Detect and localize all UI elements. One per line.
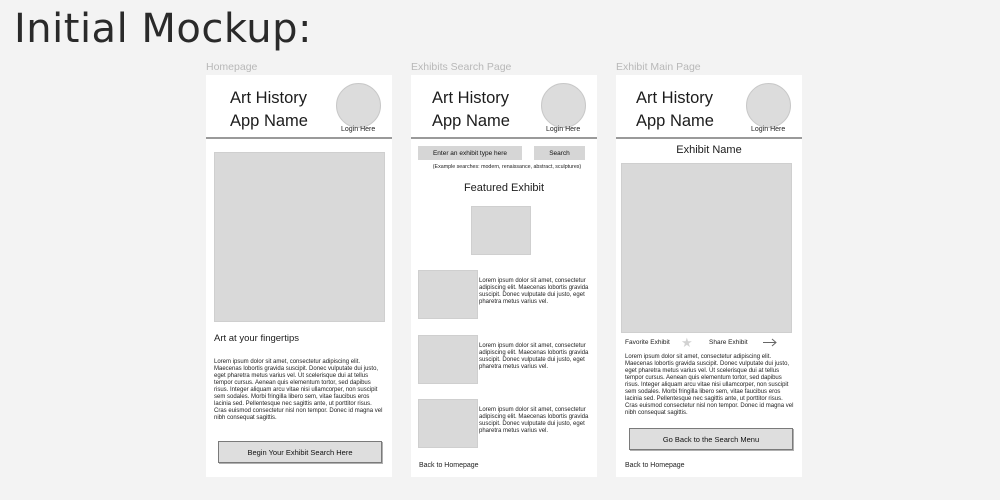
app-header: Art History App Name Login Here bbox=[206, 75, 392, 139]
begin-search-button[interactable]: Begin Your Exhibit Search Here bbox=[218, 441, 382, 463]
exhibit-thumbnail[interactable] bbox=[418, 399, 478, 448]
back-to-search-button[interactable]: Go Back to the Search Menu bbox=[629, 428, 793, 450]
featured-exhibit-title: Featured Exhibit bbox=[463, 182, 545, 194]
homepage-body-text: Lorem ipsum dolor sit amet, consectetur … bbox=[214, 359, 383, 421]
app-name[interactable]: Art History App Name bbox=[636, 87, 714, 133]
exhibit-thumbnail[interactable] bbox=[418, 270, 478, 319]
featured-exhibit-image[interactable] bbox=[471, 206, 531, 255]
app-name[interactable]: Art History App Name bbox=[432, 87, 510, 133]
exhibit-frame-label: Exhibit Main Page bbox=[616, 61, 701, 73]
login-link[interactable]: Login Here bbox=[546, 126, 580, 133]
exhibit-body-text: Lorem ipsum dolor sit amet, consectetur … bbox=[625, 354, 794, 416]
hero-image-placeholder bbox=[214, 152, 385, 322]
exhibit-description: Lorem ipsum dolor sit amet, consectetur … bbox=[479, 343, 589, 370]
favorite-exhibit-label[interactable]: Favorite Exhibit bbox=[625, 339, 670, 346]
app-header: Art History App Name Login Here bbox=[411, 75, 597, 139]
exhibit-frame: Art History App Name Login Here Exhibit … bbox=[616, 75, 802, 477]
share-arrow-icon[interactable] bbox=[763, 338, 778, 347]
exhibit-name: Exhibit Name bbox=[676, 144, 742, 156]
app-name-line1: Art History bbox=[432, 89, 510, 107]
back-to-homepage-link[interactable]: Back to Homepage bbox=[419, 462, 479, 469]
homepage-frame: Art History App Name Login Here Art at y… bbox=[206, 75, 392, 477]
back-to-homepage-link[interactable]: Back to Homepage bbox=[625, 462, 685, 469]
tagline: Art at your fingertips bbox=[214, 333, 300, 344]
exhibit-description: Lorem ipsum dolor sit amet, consectetur … bbox=[479, 278, 589, 305]
app-name-line2: App Name bbox=[230, 112, 308, 130]
homepage-frame-label: Homepage bbox=[206, 61, 258, 73]
exhibit-thumbnail[interactable] bbox=[418, 335, 478, 384]
search-button[interactable]: Search bbox=[534, 146, 585, 160]
login-link[interactable]: Login Here bbox=[751, 126, 785, 133]
login-link[interactable]: Login Here bbox=[341, 126, 375, 133]
search-frame-label: Exhibits Search Page bbox=[411, 61, 512, 73]
search-input[interactable]: Enter an exhibit type here bbox=[418, 146, 522, 160]
exhibit-description: Lorem ipsum dolor sit amet, consectetur … bbox=[479, 407, 589, 434]
share-exhibit-label[interactable]: Share Exhibit bbox=[709, 339, 748, 346]
app-header: Art History App Name Login Here bbox=[616, 75, 802, 139]
exhibit-image-placeholder bbox=[621, 163, 792, 333]
example-searches: (Example searches: modern, renaissance, … bbox=[432, 164, 582, 170]
app-name-line1: Art History bbox=[230, 89, 308, 107]
page-title: Initial Mockup: bbox=[14, 6, 313, 52]
app-name-line1: Art History bbox=[636, 89, 714, 107]
login-avatar[interactable] bbox=[746, 83, 791, 128]
app-name-line2: App Name bbox=[636, 112, 714, 130]
search-frame: Art History App Name Login Here Enter an… bbox=[411, 75, 597, 477]
star-icon[interactable]: ★ bbox=[681, 336, 693, 349]
app-name-line2: App Name bbox=[432, 112, 510, 130]
login-avatar[interactable] bbox=[541, 83, 586, 128]
login-avatar[interactable] bbox=[336, 83, 381, 128]
app-name[interactable]: Art History App Name bbox=[230, 87, 308, 133]
